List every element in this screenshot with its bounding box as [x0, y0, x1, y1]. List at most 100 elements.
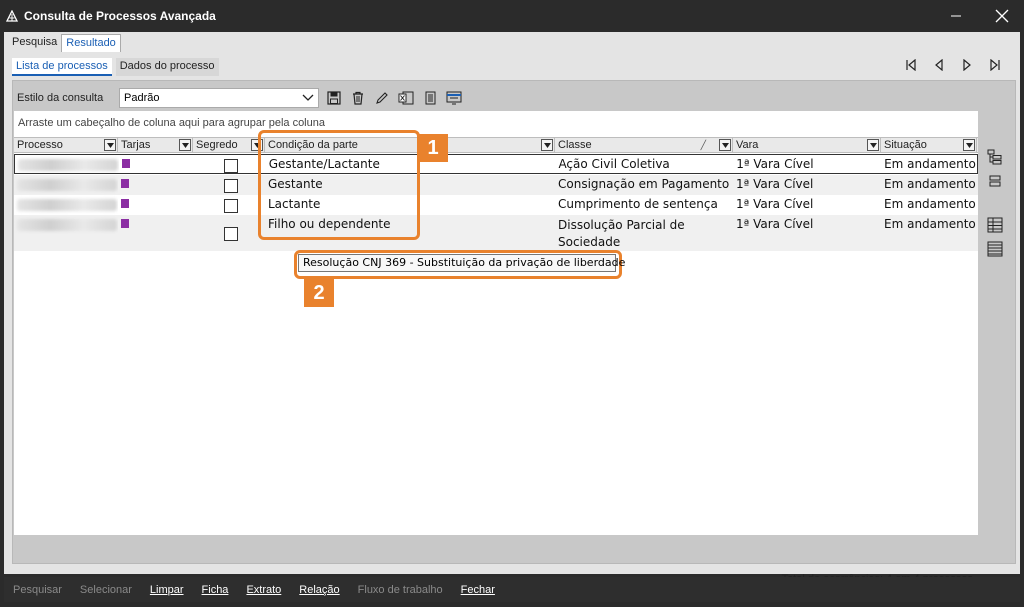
trash-icon[interactable] [349, 89, 367, 107]
processo-cell [14, 175, 118, 195]
collapse-groups-icon[interactable] [986, 172, 1004, 190]
tarja-marker [121, 159, 130, 168]
relacao-button[interactable]: Relação [290, 584, 348, 596]
next-record-button[interactable] [958, 56, 976, 74]
vara-cell: 1ª Vara Cível [736, 217, 814, 231]
tarjas-cell [118, 175, 193, 195]
filter-dropdown-icon[interactable] [719, 139, 731, 151]
tree-view-icon[interactable] [986, 148, 1004, 166]
vara-cell: 1ª Vara Cível [736, 157, 814, 171]
fluxo-de-trabalho-button[interactable]: Fluxo de trabalho [349, 584, 452, 596]
redacted-processo-number [18, 159, 118, 171]
column-header-vara[interactable]: Vara [733, 138, 881, 153]
save-icon[interactable] [325, 89, 343, 107]
column-header-segredo[interactable]: Segredo [193, 138, 265, 153]
segredo-checkbox[interactable] [224, 159, 239, 173]
style-select-value: Padrão [124, 92, 160, 104]
chevron-down-icon [302, 94, 314, 101]
vara-cell: 1ª Vara Cível [736, 197, 814, 211]
segredo-checkbox[interactable] [223, 179, 238, 193]
previous-record-button[interactable] [930, 56, 948, 74]
filter-dropdown-icon[interactable] [867, 139, 879, 151]
filter-dropdown-icon[interactable] [179, 139, 191, 151]
print-preview-icon[interactable] [445, 89, 463, 107]
situacao-cell: Em andamento [884, 217, 976, 231]
sort-indicator-icon: ╱ [700, 140, 706, 150]
ficha-button[interactable]: Ficha [193, 584, 238, 596]
title-bar: Consulta de Processos Avançada [0, 0, 1024, 32]
classe-cell: Dissolução Parcial de Sociedade [558, 218, 685, 249]
window-client: Pesquisa Resultado Lista de processos Da… [4, 32, 1020, 585]
situacao-cell: Em andamento [884, 197, 976, 211]
column-header-processo[interactable]: Processo [14, 138, 118, 153]
situacao-cell: Em andamento [884, 157, 976, 171]
style-label: Estilo da consulta [17, 92, 104, 104]
tab-resultado[interactable]: Resultado [61, 34, 121, 52]
grid-toolbar [325, 89, 463, 107]
detail-list-icon[interactable] [986, 240, 1004, 258]
situacao-cell: Em andamento [884, 177, 976, 191]
classe-cell: Ação Civil Coletiva [558, 157, 670, 171]
column-header-tarjas[interactable]: Tarjas [118, 138, 193, 153]
table-row[interactable]: Gestante/Lactante Ação Civil Coletiva 1ª… [14, 154, 978, 174]
tarja-marker [121, 179, 129, 188]
filter-dropdown-icon[interactable] [541, 139, 553, 151]
segredo-cell [193, 195, 265, 215]
excel-export-icon[interactable] [397, 89, 415, 107]
right-side-toolbar [986, 148, 1004, 258]
segredo-cell [194, 155, 266, 173]
fechar-button[interactable]: Fechar [452, 584, 504, 596]
tooltip: Resolução CNJ 369 - Substituição da priv… [298, 254, 625, 272]
close-icon [995, 9, 1009, 23]
table-row[interactable]: Gestante Consignação em Pagamento 1ª Var… [14, 175, 978, 195]
highlight-box-condicao [258, 130, 420, 240]
outer-tabs: Pesquisa Resultado [8, 34, 121, 52]
redacted-processo-number [17, 219, 117, 231]
column-header-situacao[interactable]: Situação [881, 138, 977, 153]
segredo-cell [193, 175, 265, 195]
bottom-action-bar: Pesquisar Selecionar Limpar Ficha Extrat… [4, 577, 1020, 602]
table-row[interactable]: Filho ou dependente Dissolução Parcial d… [14, 215, 978, 251]
copy-document-icon[interactable] [421, 89, 439, 107]
redacted-processo-number [17, 179, 117, 191]
table-row[interactable]: Lactante Cumprimento de sentença 1ª Vara… [14, 195, 978, 215]
record-navigator [902, 56, 1004, 74]
inner-tabs: Lista de processos Dados do processo [12, 58, 219, 76]
app-logo-icon [0, 0, 24, 32]
tarjas-cell [118, 195, 193, 215]
style-row: Estilo da consulta Padrão [17, 88, 463, 108]
window-title: Consulta de Processos Avançada [24, 9, 216, 23]
tab-pesquisa[interactable]: Pesquisa [8, 34, 61, 52]
segredo-checkbox[interactable] [223, 227, 238, 241]
segredo-checkbox[interactable] [223, 199, 238, 213]
style-select[interactable]: Padrão [119, 88, 319, 108]
tab-lista-de-processos[interactable]: Lista de processos [12, 58, 112, 76]
classe-cell: Cumprimento de sentença [558, 197, 718, 211]
tarjas-cell [118, 215, 193, 251]
selecionar-button[interactable]: Selecionar [71, 584, 141, 596]
group-by-hint: Arraste um cabeçalho de coluna aqui para… [18, 117, 325, 129]
redacted-processo-number [17, 199, 117, 211]
processo-cell [15, 155, 119, 173]
tarja-marker [121, 199, 129, 208]
pencil-icon[interactable] [373, 89, 391, 107]
extrato-button[interactable]: Extrato [237, 584, 290, 596]
column-header-classe[interactable]: Classe ╱ [555, 138, 733, 153]
vara-cell: 1ª Vara Cível [736, 177, 814, 191]
first-record-button[interactable] [902, 56, 920, 74]
results-panel: Estilo da consulta Padrão Arraste um cab… [12, 80, 1016, 564]
limpar-button[interactable]: Limpar [141, 584, 193, 596]
segredo-cell [193, 215, 265, 251]
tab-dados-do-processo[interactable]: Dados do processo [115, 58, 219, 76]
filter-dropdown-icon[interactable] [963, 139, 975, 151]
tarja-marker [121, 219, 129, 228]
filter-dropdown-icon[interactable] [104, 139, 116, 151]
close-button[interactable] [982, 0, 1022, 32]
last-record-button[interactable] [986, 56, 1004, 74]
grid-header: Processo Tarjas Segredo Condição da part… [14, 137, 978, 153]
processo-cell [14, 215, 118, 251]
grid-layout-icon[interactable] [986, 216, 1004, 234]
minimize-button[interactable] [936, 0, 976, 32]
pesquisar-button[interactable]: Pesquisar [4, 584, 71, 596]
